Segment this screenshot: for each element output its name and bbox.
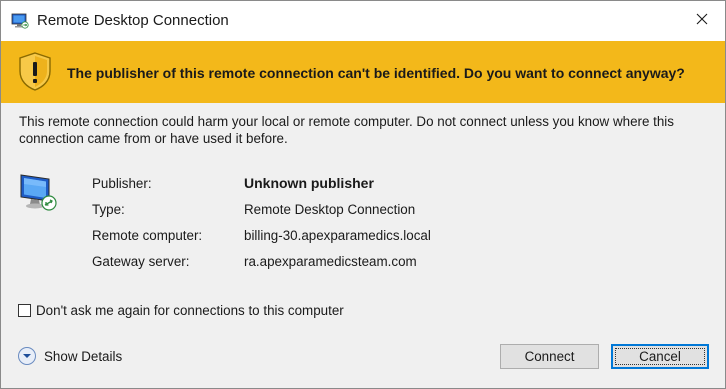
gateway-server-value: ra.apexparamedicsteam.com [244, 254, 417, 269]
type-label: Type: [92, 202, 125, 217]
publisher-value: Unknown publisher [244, 175, 374, 191]
gateway-server-label: Gateway server: [92, 254, 190, 269]
close-button[interactable] [679, 1, 725, 41]
warning-shield-icon [17, 51, 53, 91]
remote-desktop-icon [11, 12, 29, 30]
focus-ring [615, 348, 705, 365]
chevron-down-icon [22, 347, 32, 365]
close-icon [696, 12, 708, 30]
remote-desktop-monitor-icon [19, 171, 59, 213]
warning-message: This remote connection could harm your l… [19, 114, 674, 146]
publisher-label: Publisher: [92, 176, 152, 191]
show-details-toggle[interactable]: Show Details [18, 347, 122, 365]
dont-ask-again-checkbox[interactable] [18, 304, 31, 317]
dont-ask-again-label[interactable]: Don't ask me again for connections to th… [36, 303, 344, 318]
warning-banner: The publisher of this remote connection … [1, 41, 725, 103]
type-value: Remote Desktop Connection [244, 202, 416, 217]
remote-computer-label: Remote computer: [92, 228, 203, 243]
dialog-window: Remote Desktop Connection The publisher … [0, 0, 726, 389]
dont-ask-again-option[interactable]: Don't ask me again for connections to th… [18, 303, 344, 318]
show-details-label[interactable]: Show Details [44, 349, 122, 364]
title-bar: Remote Desktop Connection [1, 1, 725, 41]
cancel-button[interactable]: Cancel [611, 344, 709, 369]
window-title: Remote Desktop Connection [37, 12, 229, 29]
connect-button[interactable]: Connect [500, 344, 599, 369]
show-details-button[interactable] [18, 347, 36, 365]
banner-message: The publisher of this remote connection … [67, 65, 685, 81]
remote-computer-value: billing-30.apexparamedics.local [244, 228, 431, 243]
